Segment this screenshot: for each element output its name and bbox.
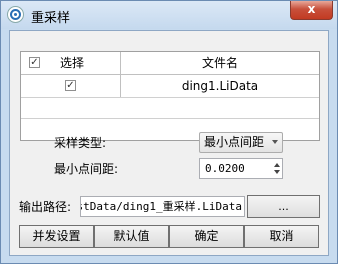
min-spacing-value: 0.0200: [205, 162, 245, 175]
file-table: ✓ 选择 文件名 ✓ ding1.LiData: [20, 51, 320, 141]
check-icon: ✓: [30, 57, 39, 68]
spin-down-icon[interactable]: [274, 170, 280, 174]
spin-up-icon[interactable]: [274, 163, 280, 167]
browse-button[interactable]: ...: [247, 195, 320, 218]
min-spacing-spinbox[interactable]: 0.0200: [199, 158, 283, 179]
header-select-label: 选择: [60, 56, 85, 70]
output-path-value: estData/ding1_重采样.LiData: [80, 200, 242, 213]
defaults-button[interactable]: 默认值: [94, 225, 169, 248]
sampling-type-select[interactable]: 最小点间距: [199, 132, 283, 153]
row-checkbox[interactable]: ✓: [65, 80, 76, 91]
sampling-type-label: 采样类型:: [54, 136, 107, 150]
row-select-cell: ✓: [21, 75, 121, 97]
output-path-label: 输出路径:: [19, 200, 72, 214]
chevron-down-icon: [272, 140, 278, 144]
row-filename: ding1.LiData: [181, 79, 259, 93]
header-filename[interactable]: 文件名: [121, 52, 319, 74]
title-bar[interactable]: 重采样 x: [1, 1, 337, 29]
cancel-button[interactable]: 取消: [244, 225, 319, 248]
table-header: ✓ 选择 文件名: [21, 52, 319, 75]
close-button[interactable]: x: [290, 1, 333, 20]
dialog-body: ✓ 选择 文件名 ✓ ding1.LiData 采样类型: 最小点间距 最小点间…: [9, 30, 329, 256]
output-path-input[interactable]: estData/ding1_重采样.LiData: [80, 196, 245, 217]
header-select-cell: ✓ 选择: [21, 52, 121, 74]
check-icon: ✓: [66, 80, 75, 91]
table-row[interactable]: ✓ ding1.LiData: [21, 75, 319, 98]
min-spacing-label: 最小点间距:: [54, 162, 119, 176]
window-title: 重采样: [31, 11, 71, 26]
select-all-checkbox[interactable]: ✓: [29, 57, 40, 68]
resample-dialog: 重采样 x ✓ 选择 文件名 ✓ ding1.LiData 采样类型: 最小点间…: [0, 0, 338, 264]
ok-button[interactable]: 确定: [169, 225, 244, 248]
table-empty-row: [21, 98, 319, 119]
concurrency-settings-button[interactable]: 并发设置: [19, 225, 94, 248]
sampling-type-value: 最小点间距: [204, 135, 265, 149]
app-logo-icon: [7, 6, 24, 23]
